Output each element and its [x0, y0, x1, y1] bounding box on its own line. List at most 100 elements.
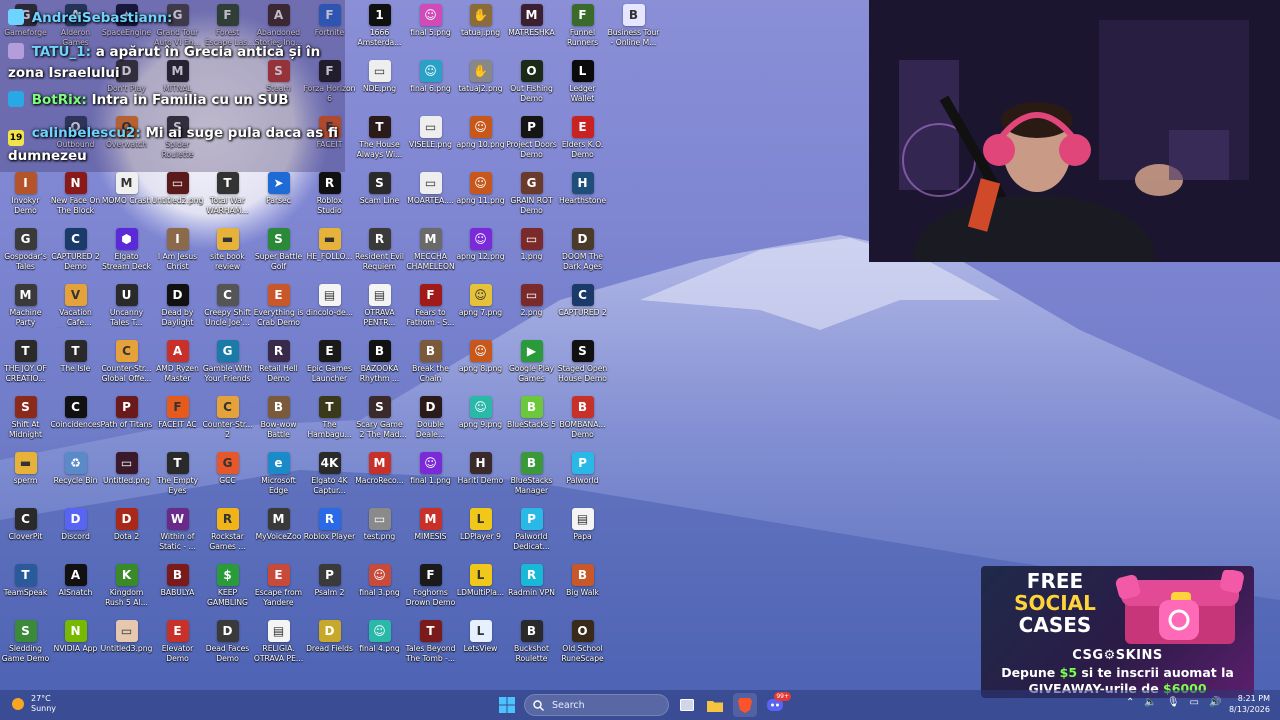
desktop-icon[interactable]: ▭ 2.png [506, 284, 557, 340]
desktop-icon[interactable]: S Sledding Game Demo [0, 620, 51, 676]
desktop-icon[interactable]: e Microsoft Edge [253, 452, 304, 508]
desktop-icon[interactable]: ☺ final 6.png [405, 60, 456, 116]
desktop-icon[interactable]: M MyVoiceZoo [253, 508, 304, 564]
desktop-icon[interactable]: B BOMBANA... Demo [557, 396, 608, 452]
desktop-icon[interactable]: D Dota 2 [101, 508, 152, 564]
desktop-icon[interactable]: O Out Fishing Demo [506, 60, 557, 116]
desktop-icon[interactable]: M MOMO Crash [101, 172, 152, 228]
desktop-icon[interactable]: L LDPlayer 9 [455, 508, 506, 564]
desktop-icon[interactable]: V Vacation Cafe Simulator D... [50, 284, 101, 340]
desktop-icon[interactable]: ▭ NDE.png [354, 60, 405, 116]
desktop-icon[interactable]: $ KEEP GAMBLING [202, 564, 253, 620]
speaker-icon[interactable]: 🔈 [1144, 697, 1156, 708]
desktop-icon[interactable]: ☺ apng 9.png [455, 396, 506, 452]
desktop-icon[interactable]: A AISnatch [50, 564, 101, 620]
desktop-icon[interactable]: B BABULYA [152, 564, 203, 620]
desktop-icon[interactable]: F Fears to Fathom - S... [405, 284, 456, 340]
desktop-icon[interactable]: ⬢ Elgato Stream Deck [101, 228, 152, 284]
desktop-icon[interactable]: ▤ OTRAVA PENTR... [354, 284, 405, 340]
desktop-icon[interactable]: C CAPTURED 2 Demo [50, 228, 101, 284]
desktop-icon[interactable]: E Everything is Crab Demo [253, 284, 304, 340]
desktop-icon[interactable]: E Escape from Yandere [253, 564, 304, 620]
desktop-icon[interactable]: O Old School RuneScape [557, 620, 608, 676]
desktop-icon[interactable]: C Creepy Shift Uncle Joe'... [202, 284, 253, 340]
desktop-icon[interactable]: R Roblox Player [304, 508, 355, 564]
desktop-icon[interactable]: H Hearthstone [557, 172, 608, 228]
desktop-icon[interactable]: R Retail Hell Demo [253, 340, 304, 396]
desktop-icon[interactable]: T The Isle [50, 340, 101, 396]
desktop-icon[interactable]: 1 1666 Amsterda... [354, 4, 405, 60]
desktop-icon[interactable]: B BAZOOKA Rhythm ... [354, 340, 405, 396]
desktop-icon[interactable]: L LDMultiPla... [455, 564, 506, 620]
desktop-icon[interactable]: ▭ Untitled2.png [152, 172, 203, 228]
desktop-icon[interactable]: R Radmin VPN [506, 564, 557, 620]
desktop-icon[interactable]: ☺ final 1.png [405, 452, 456, 508]
taskbar-brave-browser[interactable] [733, 693, 757, 717]
weather-widget[interactable]: 27°C Sunny [12, 694, 56, 714]
desktop-icon[interactable]: A AMD Ryzen Master [152, 340, 203, 396]
desktop-icon[interactable]: ▭ VISELE.png [405, 116, 456, 172]
desktop-icon[interactable]: ☺ apng 7.png [455, 284, 506, 340]
desktop-icon[interactable]: E Elevator Demo [152, 620, 203, 676]
desktop-icon[interactable]: K Kingdom Rush 5 Al... [101, 564, 152, 620]
desktop-icon[interactable]: ♻ Recycle Bin [50, 452, 101, 508]
desktop-icon[interactable]: W Within of Static - ... [152, 508, 203, 564]
microphone-icon[interactable]: 🎙 [1167, 697, 1180, 708]
desktop-icon[interactable]: E Elders K.O. Demo [557, 116, 608, 172]
desktop-icon[interactable]: S Scam Line [354, 172, 405, 228]
taskbar-discord[interactable]: 99+ [763, 692, 791, 717]
desktop-icon[interactable]: ☺ apng 10.png [455, 116, 506, 172]
desktop-icon[interactable]: C Counter-Str... Global Offe... [101, 340, 152, 396]
desktop-icon[interactable]: N NVIDIA App [50, 620, 101, 676]
desktop-icon[interactable]: S Shift At Midnight [0, 396, 51, 452]
desktop-icon[interactable]: ☺ final 4.png [354, 620, 405, 676]
desktop-icon[interactable]: G Gamble With Your Friends [202, 340, 253, 396]
desktop-icon[interactable]: ▤ dincolo-de... [304, 284, 355, 340]
desktop-icon[interactable]: ☺ apng 12.png [455, 228, 506, 284]
desktop-icon[interactable]: ▬ sperm [0, 452, 51, 508]
chevron-up-icon[interactable]: ⌃ [1126, 697, 1134, 708]
desktop-icon[interactable]: H Hariti Demo [455, 452, 506, 508]
desktop-icon[interactable]: E Epic Games Launcher [304, 340, 355, 396]
desktop-icon[interactable]: ▶ Google Play Games [506, 340, 557, 396]
desktop-icon[interactable]: ☺ apng 8.png [455, 340, 506, 396]
desktop-icon[interactable]: T The Hambagu... [304, 396, 355, 452]
desktop-icon[interactable]: M MECCHA CHAMELEON [405, 228, 456, 284]
desktop-icon[interactable]: ▭ Untitled.png [101, 452, 152, 508]
display-icon[interactable]: ▭ [1190, 697, 1199, 708]
desktop-icon[interactable]: ▭ 1.png [506, 228, 557, 284]
volume-icon[interactable]: 🔊 [1209, 697, 1221, 708]
desktop-icon[interactable]: P Palworld Dedicat... [506, 508, 557, 564]
desktop-icon[interactable]: P Path of Titans [101, 396, 152, 452]
desktop-icon[interactable]: S Staged Open House Demo [557, 340, 608, 396]
desktop-icon[interactable]: P Project Doors Demo [506, 116, 557, 172]
task-view-button[interactable] [675, 693, 699, 717]
desktop-icon[interactable]: S Scary Game 2 The Mad S... [354, 396, 405, 452]
desktop-icon[interactable]: L LetsView [455, 620, 506, 676]
desktop-icon[interactable]: B Big Walk [557, 564, 608, 620]
desktop-icon[interactable]: D Dead by Daylight [152, 284, 203, 340]
desktop-icon[interactable]: B Business Tour - Online M... [608, 4, 659, 60]
desktop-icon[interactable]: ✋ tatuaj.png [455, 4, 506, 60]
desktop-icon[interactable]: M Machine Party [0, 284, 51, 340]
desktop-icon[interactable]: D DOOM The Dark Ages [557, 228, 608, 284]
desktop-icon[interactable]: ▬ HE_FOLLO... [304, 228, 355, 284]
desktop-icon[interactable]: B Bow-wow Battle [253, 396, 304, 452]
desktop-icon[interactable]: P Psalm 2 [304, 564, 355, 620]
desktop-icon[interactable]: M MATRESHKA [506, 4, 557, 60]
desktop-icon[interactable]: D Double Deale... [405, 396, 456, 452]
desktop-icon[interactable]: B Break the Chain [405, 340, 456, 396]
desktop-icon[interactable]: ▭ MOARTEA.... [405, 172, 456, 228]
desktop-icon[interactable]: B BlueStacks Manager [506, 452, 557, 508]
desktop-icon[interactable]: R Roblox Studio [304, 172, 355, 228]
desktop-icon[interactable]: D Discord [50, 508, 101, 564]
desktop-icon[interactable]: ✋ tatuaj2.png [455, 60, 506, 116]
clock[interactable]: 8:21 PM 8/13/2026 [1226, 693, 1270, 715]
desktop-icon[interactable]: ☺ apng 11.png [455, 172, 506, 228]
desktop-icon[interactable]: N New Face On The Block [50, 172, 101, 228]
start-button[interactable] [495, 693, 519, 717]
desktop-icon[interactable]: L Ledger Wallet [557, 60, 608, 116]
desktop-icon[interactable]: T THE JOY OF CREATIO... [0, 340, 51, 396]
desktop-icon[interactable]: G GRAIN ROT Demo [506, 172, 557, 228]
desktop-icon[interactable]: C Counter-Str... 2 [202, 396, 253, 452]
